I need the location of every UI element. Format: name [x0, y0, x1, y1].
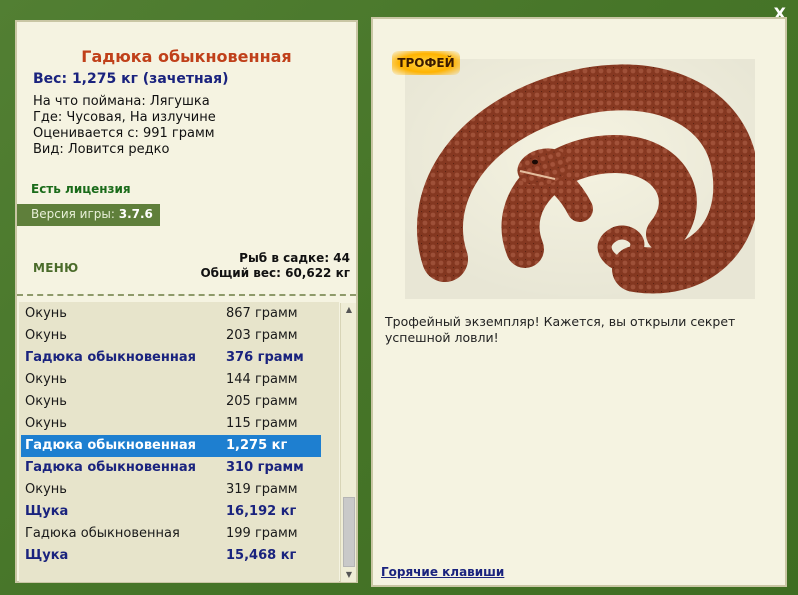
- list-item[interactable]: Гадюка обыкновенная 1,275 кг: [21, 435, 321, 457]
- viper-icon: [405, 59, 760, 299]
- fish-weight-value: 1,275 кг: [226, 438, 288, 453]
- fish-name: Окунь: [25, 416, 67, 431]
- fish-name: Окунь: [25, 306, 67, 321]
- total-weight: Общий вес: 60,622 кг: [200, 266, 350, 280]
- list-item[interactable]: Окунь 319 грамм: [21, 479, 321, 501]
- fish-weight-value: 205 грамм: [226, 394, 298, 409]
- license-status: Есть лицензия: [31, 182, 131, 196]
- fish-weight-value: 15,468 кг: [226, 548, 297, 563]
- trophy-description: Трофейный экземпляр! Кажется, вы открыли…: [385, 314, 736, 345]
- keepnet-stats: Рыб в садке: 44 Общий вес: 60,622 кг: [200, 251, 350, 281]
- list-item[interactable]: Окунь 144 грамм: [21, 369, 321, 391]
- catch-info-panel: Гадюка обыкновенная Вес: 1,275 кг (зачет…: [15, 20, 358, 583]
- list-item[interactable]: Гадюка обыкновенная 376 грамм: [21, 347, 321, 369]
- menu-button[interactable]: МЕНЮ: [33, 261, 78, 275]
- divider: [17, 294, 356, 296]
- list-item[interactable]: Окунь 205 грамм: [21, 391, 321, 413]
- version-value: 3.7.6: [118, 207, 153, 221]
- fish-list[interactable]: Окунь 867 грамм Окунь 203 грамм Гадюка обыкн…: [19, 302, 339, 582]
- scroll-thumb[interactable]: [343, 497, 355, 567]
- fish-name: Окунь: [25, 372, 67, 387]
- bait-info: На что поймана: Лягушка: [33, 94, 210, 109]
- fish-name: Гадюка обыкновенная: [25, 460, 196, 475]
- list-item[interactable]: Окунь 115 грамм: [21, 413, 321, 435]
- fish-weight-value: 203 грамм: [226, 328, 298, 343]
- trophy-badge: ТРОФЕЙ: [392, 51, 460, 75]
- fish-title: Гадюка обыкновенная: [81, 47, 292, 66]
- scored-info: Оценивается с: 991 грамм: [33, 126, 215, 141]
- fish-weight-value: 199 грамм: [226, 526, 298, 541]
- fish-weight-value: 115 грамм: [226, 416, 298, 431]
- fish-weight-value: 867 грамм: [226, 306, 298, 321]
- rarity-info: Вид: Ловится редко: [33, 142, 170, 157]
- fish-weight-value: 376 грамм: [226, 350, 304, 365]
- fish-count: Рыб в садке: 44: [239, 251, 350, 265]
- fish-name: Гадюка обыкновенная: [25, 438, 196, 453]
- list-item[interactable]: Гадюка обыкновенная 199 грамм: [21, 523, 321, 545]
- hotkeys-link[interactable]: Горячие клавиши: [381, 565, 504, 579]
- scroll-down-icon[interactable]: ▼: [341, 568, 357, 582]
- fish-name: Окунь: [25, 328, 67, 343]
- fish-name: Окунь: [25, 394, 67, 409]
- place-info: Где: Чусовая, На излучине: [33, 110, 216, 125]
- trophy-panel: ТРОФЕЙ Трофейный экземпляр! Кажется, вы …: [371, 17, 787, 587]
- list-item[interactable]: Щука 15,468 кг: [21, 545, 321, 567]
- fish-weight-value: 310 грамм: [226, 460, 304, 475]
- scroll-up-icon[interactable]: ▲: [341, 303, 357, 317]
- snake-image: [405, 59, 760, 299]
- fish-weight-value: 16,192 кг: [226, 504, 297, 519]
- fish-weight: Вес: 1,275 кг (зачетная): [33, 71, 229, 87]
- version-bar: Версия игры: 3.7.6: [17, 204, 160, 226]
- fish-weight-value: 319 грамм: [226, 482, 298, 497]
- fish-name: Окунь: [25, 482, 67, 497]
- list-item[interactable]: Окунь 203 грамм: [21, 325, 321, 347]
- scrollbar[interactable]: ▲ ▼: [340, 303, 356, 582]
- fish-name: Гадюка обыкновенная: [25, 350, 196, 365]
- fish-name: Щука: [25, 548, 69, 563]
- fish-weight-value: 144 грамм: [226, 372, 298, 387]
- list-item[interactable]: Гадюка обыкновенная 310 грамм: [21, 457, 321, 479]
- list-item[interactable]: Окунь 867 грамм: [21, 303, 321, 325]
- fish-name: Гадюка обыкновенная: [25, 526, 180, 541]
- fish-name: Щука: [25, 504, 69, 519]
- version-label: Версия игры:: [31, 207, 119, 221]
- game-window-frame: X Гадюка обыкновенная Вес: 1,275 кг (зач…: [0, 0, 798, 595]
- list-item[interactable]: Щука 16,192 кг: [21, 501, 321, 523]
